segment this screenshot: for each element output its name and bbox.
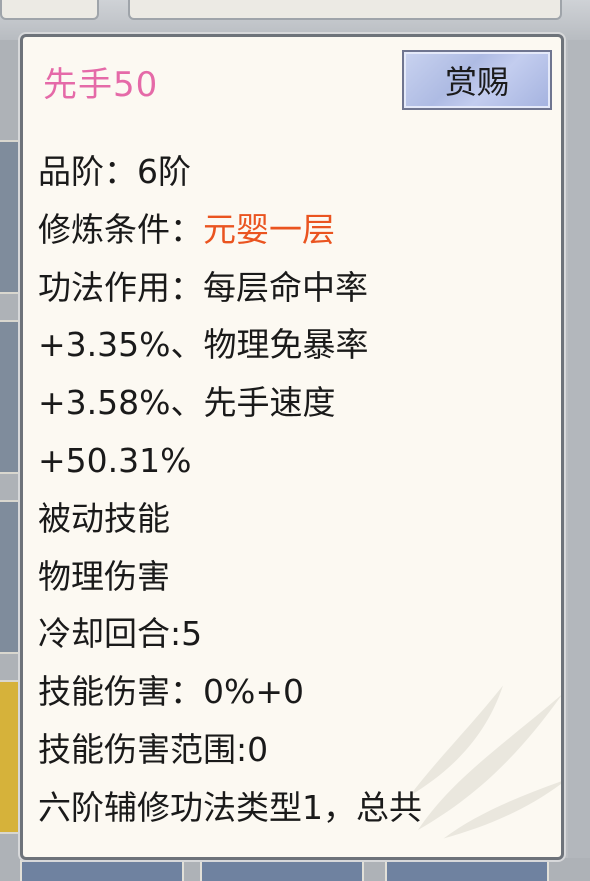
background-tab (128, 0, 562, 20)
description-line: 功法作用：每层命中率 (38, 267, 368, 307)
background-slot (0, 140, 20, 294)
description-line: +3.58%、先手速度 (38, 383, 336, 423)
description-line: +50.31% (38, 440, 192, 480)
description-line: 六阶辅修功法类型1，总共 (38, 787, 422, 827)
background-bottom-slot (385, 860, 549, 881)
description-line: 技能伤害：0%+0 (38, 672, 304, 712)
background-slot (0, 320, 20, 474)
grade-value: 6阶 (137, 152, 191, 191)
description-line: 冷却回合:5 (38, 614, 203, 654)
condition-label: 修炼条件： (38, 209, 203, 249)
grade-label: 品阶： (38, 152, 137, 191)
background-slot (0, 680, 20, 834)
background-tab (0, 0, 99, 20)
condition-line: 修炼条件：元婴一层 (38, 201, 548, 259)
background-right-column (568, 40, 590, 881)
background-bottom-slot (200, 860, 364, 881)
reward-button-label: 赏赐 (444, 63, 509, 101)
reward-button[interactable]: 赏赐 (402, 50, 552, 110)
background-bottom-slot (20, 860, 184, 881)
description-line: 物理伤害 (38, 556, 170, 596)
description-line: 技能伤害范围:0 (38, 729, 269, 769)
description-line: 被动技能 (38, 498, 170, 538)
background-slot (0, 500, 20, 654)
description-line: +3.35%、物理免暴率 (38, 325, 369, 365)
skill-description: 品阶：6阶 修炼条件：元婴一层 功法作用：每层命中率 +3.35%、物理免暴率 … (38, 143, 548, 837)
skill-title: 先手50 (43, 65, 159, 105)
grade-line: 品阶：6阶 (38, 143, 548, 201)
condition-value: 元婴一层 (203, 209, 335, 249)
skill-tooltip-panel: 先手50 赏赐 品阶：6阶 修炼条件：元婴一层 功法作用：每层命中率 +3.35… (20, 34, 564, 860)
